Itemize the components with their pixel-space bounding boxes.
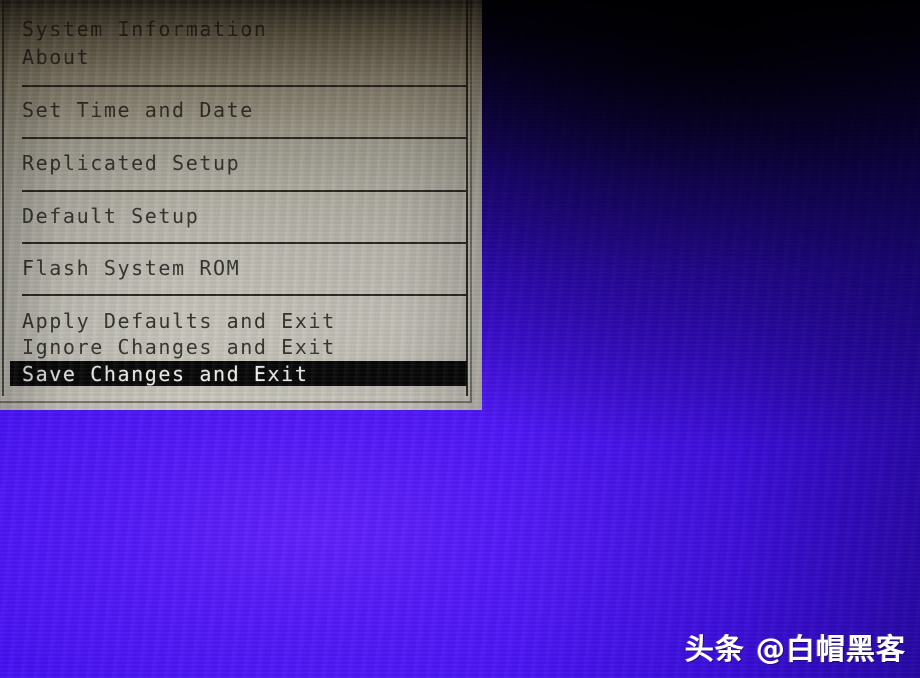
menu-item-apply-defaults-and-exit[interactable]: Apply Defaults and Exit [22,310,336,332]
menu-item-ignore-changes-and-exit[interactable]: Ignore Changes and Exit [22,336,336,358]
menu-item-about[interactable]: About [22,46,90,68]
screen-photo: System Information About Set Time and Da… [0,0,920,678]
bios-setup-menu-panel: System Information About Set Time and Da… [0,0,482,410]
menu-item-system-information[interactable]: System Information [22,18,268,40]
menu-item-flash-system-rom[interactable]: Flash System ROM [22,257,240,279]
menu-item-set-time-and-date[interactable]: Set Time and Date [22,99,254,121]
bios-menu-list: System Information About Set Time and Da… [0,0,468,396]
menu-separator-1 [22,85,466,87]
menu-separator-5 [22,294,466,296]
menu-item-default-setup[interactable]: Default Setup [22,205,199,227]
menu-separator-3 [22,190,466,192]
menu-separator-4 [22,242,466,244]
menu-item-save-changes-and-exit[interactable]: Save Changes and Exit [22,363,308,385]
menu-separator-2 [22,137,466,139]
watermark-text: 头条 @白帽黑客 [684,632,906,666]
menu-item-replicated-setup[interactable]: Replicated Setup [22,152,240,174]
